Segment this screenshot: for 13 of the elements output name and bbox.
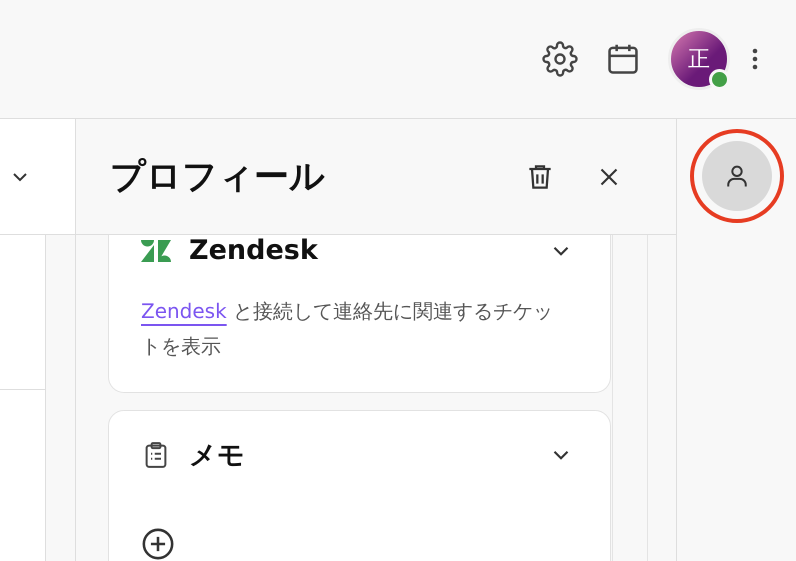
zendesk-logo-icon [141,240,171,262]
user-avatar[interactable]: 正 [668,28,730,90]
scrollbar-track[interactable] [612,235,648,561]
add-icon[interactable] [141,527,175,561]
profile-button[interactable] [702,141,772,211]
avatar-initial: 正 [688,46,710,74]
card-description: Zendesk と接続して連絡先に関連するチケットを表示 [141,298,554,360]
zendesk-link[interactable]: Zendesk [141,299,227,323]
panel-title: プロフィール [110,156,326,199]
card-title: Zendesk [189,235,320,266]
card-title: メモ [189,439,246,473]
more-icon[interactable] [752,46,758,72]
settings-icon[interactable] [542,41,578,77]
